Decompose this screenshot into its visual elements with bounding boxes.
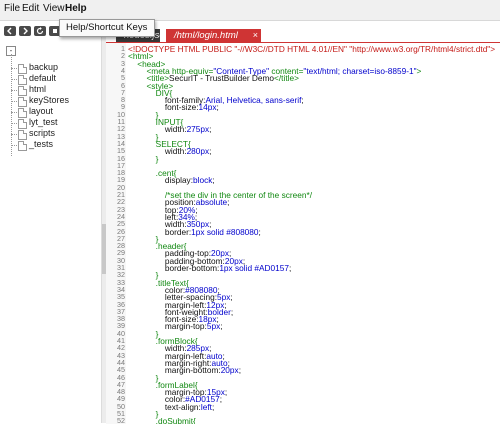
folder-icon (18, 141, 27, 151)
tree-item-label: default (29, 73, 57, 83)
tree-item-label: scripts (29, 128, 56, 138)
menu-help[interactable]: Help (65, 3, 87, 14)
tree-branch (11, 112, 17, 113)
tree-branch (11, 134, 17, 135)
menu-edit[interactable]: Edit (22, 3, 39, 14)
tree-item-keystores[interactable]: keyStores (11, 95, 101, 107)
folder-icon (18, 64, 27, 74)
back-icon[interactable] (4, 26, 16, 36)
tree-item-html[interactable]: html (11, 84, 101, 96)
tree-item-default[interactable]: default (11, 73, 101, 85)
menu-view[interactable]: View (43, 3, 65, 14)
refresh-icon[interactable] (34, 26, 46, 36)
tree-item-layout[interactable]: layout (11, 106, 101, 118)
folder-icon (18, 108, 27, 118)
menu-bar: File Edit View Help (0, 0, 500, 21)
tree-item-label: lyt_test (29, 117, 58, 127)
tree-branch (11, 79, 17, 80)
tree-item-label: layout (29, 106, 54, 116)
tree-item-label: html (29, 84, 47, 94)
tree-item-label: backup (29, 62, 59, 72)
tab-label: /html/login.html (174, 30, 238, 41)
forward-icon[interactable] (19, 26, 31, 36)
menu-file[interactable]: File (4, 3, 20, 14)
tree-item-label: keyStores (29, 95, 70, 105)
folder-icon (18, 97, 27, 107)
tab-login-html[interactable]: /html/login.html × (166, 29, 261, 42)
help-shortcut-keys-item[interactable]: Help/Shortcut Keys (66, 22, 147, 33)
tree-item-backup[interactable]: backup (11, 62, 101, 74)
help-dropdown: Help/Shortcut Keys (59, 19, 155, 37)
folder-icon (18, 119, 27, 129)
folder-icon (18, 75, 27, 85)
folder-icon (18, 86, 27, 96)
tree-branch (11, 68, 17, 69)
tree-item-label: _tests (29, 139, 54, 149)
tree-item-tests[interactable]: _tests (11, 139, 101, 151)
tree-branch (11, 123, 17, 124)
file-tree-panel: - backup default html keyStores layout l… (0, 21, 101, 423)
tree-branch (11, 145, 17, 146)
tree-item-scripts[interactable]: scripts (11, 128, 101, 140)
tree-branch (11, 90, 17, 91)
tree-item-lyt-test[interactable]: lyt_test (11, 117, 101, 129)
tab-bar: nodes.json /html/login.html × (106, 21, 500, 42)
code-editor[interactable]: 1 <!DOCTYPE HTML PUBLIC "-//W3C//DTD HTML… (106, 42, 500, 424)
folder-icon (18, 130, 27, 140)
tree-branch (11, 101, 17, 102)
close-icon[interactable]: × (253, 29, 258, 42)
